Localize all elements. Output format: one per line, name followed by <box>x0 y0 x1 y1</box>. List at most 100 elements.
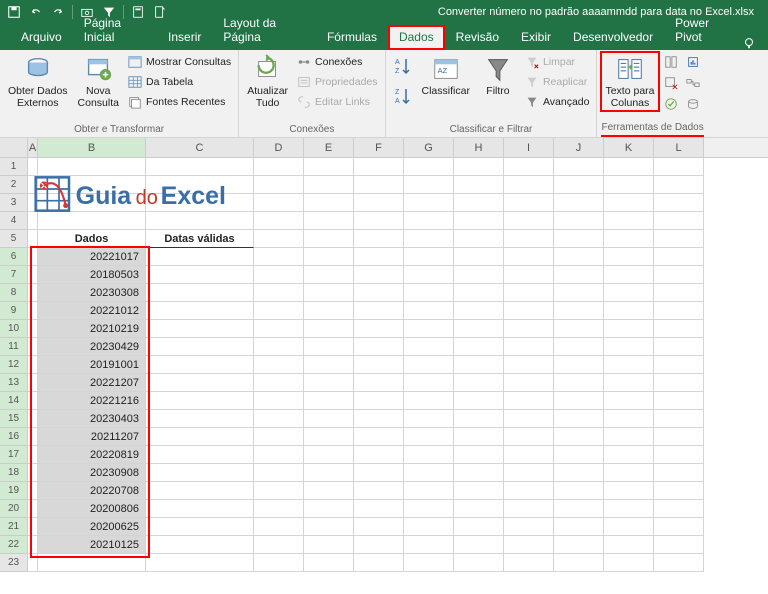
cell[interactable] <box>254 248 304 266</box>
col-header[interactable]: E <box>304 138 354 157</box>
cell[interactable] <box>604 320 654 338</box>
text-to-columns-button[interactable]: Texto para Colunas <box>601 52 658 111</box>
cell[interactable] <box>554 248 604 266</box>
flash-fill-button[interactable] <box>661 52 681 72</box>
row-header[interactable]: 8 <box>0 284 28 302</box>
cell[interactable] <box>404 482 454 500</box>
row-header[interactable]: 2 <box>0 176 28 194</box>
cell[interactable] <box>604 176 654 194</box>
cell[interactable] <box>254 464 304 482</box>
cell[interactable] <box>504 248 554 266</box>
cell[interactable] <box>354 176 404 194</box>
cell[interactable] <box>28 482 38 500</box>
cell[interactable] <box>554 320 604 338</box>
cell[interactable] <box>304 320 354 338</box>
filter-button[interactable]: Filtro <box>476 52 520 100</box>
cell[interactable] <box>354 266 404 284</box>
cell[interactable] <box>254 266 304 284</box>
col-header[interactable]: I <box>504 138 554 157</box>
col-header[interactable]: B <box>38 138 146 157</box>
cell[interactable] <box>454 176 504 194</box>
cell[interactable] <box>454 230 504 248</box>
cell[interactable] <box>454 482 504 500</box>
cell[interactable] <box>454 212 504 230</box>
row-header[interactable]: 11 <box>0 338 28 356</box>
row-header[interactable]: 4 <box>0 212 28 230</box>
cell[interactable] <box>254 158 304 176</box>
show-queries-button[interactable]: Mostrar Consultas <box>125 52 234 72</box>
cell[interactable] <box>304 212 354 230</box>
cell[interactable] <box>554 374 604 392</box>
cell[interactable] <box>404 284 454 302</box>
cell[interactable]: 20210125 <box>38 536 146 554</box>
cell[interactable] <box>504 518 554 536</box>
cell[interactable] <box>654 410 704 428</box>
cell[interactable] <box>604 482 654 500</box>
cell[interactable] <box>354 212 404 230</box>
cell[interactable] <box>654 266 704 284</box>
cell[interactable] <box>604 554 654 572</box>
cell[interactable]: 20220819 <box>38 446 146 464</box>
cell[interactable] <box>254 536 304 554</box>
cell[interactable] <box>504 266 554 284</box>
cell[interactable] <box>354 428 404 446</box>
cell[interactable] <box>28 356 38 374</box>
cell[interactable] <box>654 320 704 338</box>
cell[interactable] <box>654 482 704 500</box>
tell-me-icon[interactable] <box>742 36 768 50</box>
row-header[interactable]: 18 <box>0 464 28 482</box>
connections-button[interactable]: Conexões <box>294 52 380 72</box>
cell[interactable]: 20200806 <box>38 500 146 518</box>
cell[interactable]: 20221207 <box>38 374 146 392</box>
cell[interactable] <box>654 194 704 212</box>
row-header[interactable]: 19 <box>0 482 28 500</box>
cell[interactable] <box>304 428 354 446</box>
consolidate-button[interactable] <box>683 52 703 72</box>
cell[interactable] <box>304 374 354 392</box>
cell[interactable] <box>28 374 38 392</box>
cell[interactable] <box>454 248 504 266</box>
cell[interactable] <box>404 464 454 482</box>
cell[interactable] <box>554 302 604 320</box>
tab-view[interactable]: Exibir <box>510 25 562 50</box>
cell[interactable] <box>354 302 404 320</box>
cell[interactable] <box>146 302 254 320</box>
cell[interactable] <box>654 302 704 320</box>
tab-powerpivot[interactable]: Power Pivot <box>664 11 742 50</box>
cell[interactable] <box>454 356 504 374</box>
cell[interactable] <box>354 248 404 266</box>
tab-data[interactable]: Dados <box>388 25 445 50</box>
refresh-all-button[interactable]: Atualizar Tudo <box>243 52 292 111</box>
save-icon[interactable] <box>4 2 24 22</box>
cell[interactable] <box>504 284 554 302</box>
cell[interactable] <box>146 536 254 554</box>
cell[interactable] <box>146 374 254 392</box>
cell[interactable] <box>28 518 38 536</box>
cell[interactable] <box>354 392 404 410</box>
cell[interactable]: 20230308 <box>38 284 146 302</box>
cell[interactable] <box>654 446 704 464</box>
row-header[interactable]: 9 <box>0 302 28 320</box>
tab-review[interactable]: Revisão <box>445 25 510 50</box>
cell[interactable] <box>304 158 354 176</box>
cell[interactable] <box>28 392 38 410</box>
cell[interactable] <box>254 302 304 320</box>
data-model-button[interactable] <box>683 94 703 114</box>
col-header[interactable]: F <box>354 138 404 157</box>
cell[interactable] <box>554 500 604 518</box>
cell[interactable] <box>146 320 254 338</box>
cell[interactable] <box>454 518 504 536</box>
row-header[interactable]: 22 <box>0 536 28 554</box>
cell[interactable] <box>304 338 354 356</box>
cell[interactable] <box>146 356 254 374</box>
cell[interactable] <box>654 158 704 176</box>
cell[interactable] <box>254 338 304 356</box>
cell[interactable] <box>404 392 454 410</box>
cell[interactable] <box>554 410 604 428</box>
row-header[interactable]: 15 <box>0 410 28 428</box>
row-header[interactable]: 1 <box>0 158 28 176</box>
cell[interactable] <box>554 284 604 302</box>
cell[interactable] <box>404 356 454 374</box>
cell[interactable] <box>254 212 304 230</box>
cell[interactable] <box>28 302 38 320</box>
